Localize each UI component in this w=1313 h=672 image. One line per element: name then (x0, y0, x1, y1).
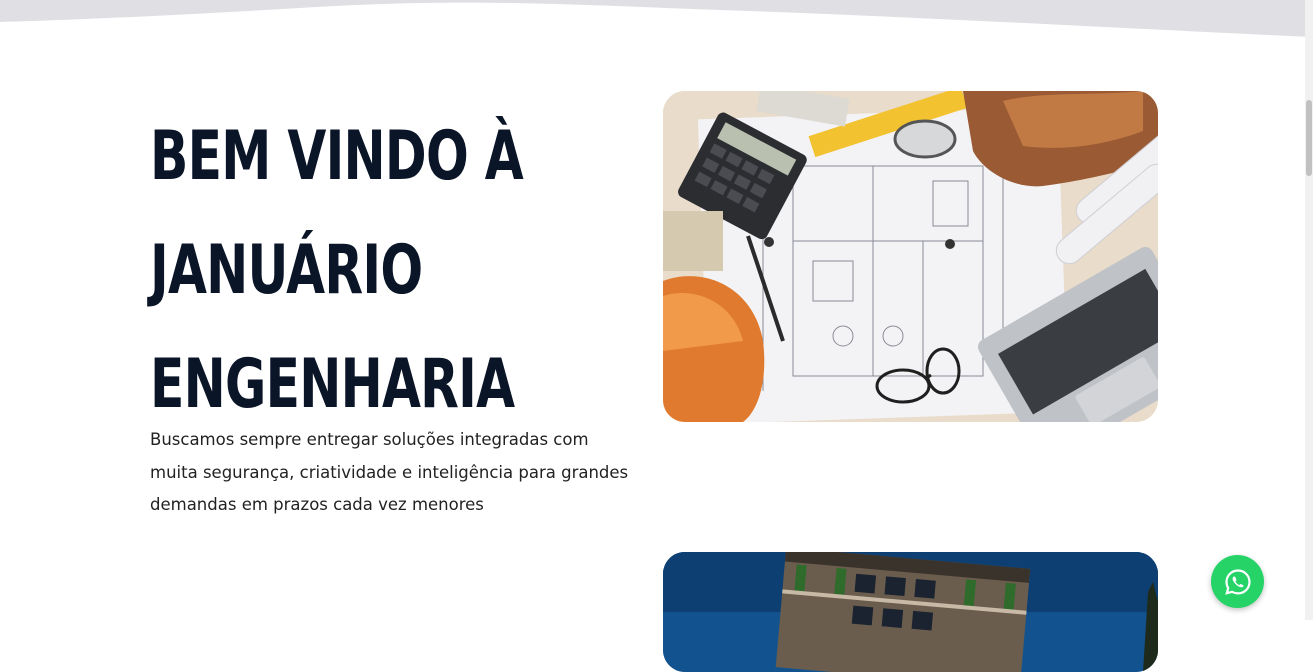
whatsapp-button[interactable] (1211, 555, 1264, 608)
page-scrollbar[interactable] (1305, 0, 1313, 620)
top-wave-divider (0, 0, 1313, 37)
building-photo (663, 552, 1158, 672)
title-line-2: JANUÁRIO (150, 231, 423, 310)
hero-description: Buscamos sempre entregar soluções integr… (150, 430, 629, 514)
scrollbar-thumb[interactable] (1306, 100, 1312, 176)
page-title: BEM VINDO À JANUÁRIO ENGENHARIA (150, 100, 524, 442)
whatsapp-icon (1224, 568, 1251, 595)
blueprint-photo (663, 91, 1158, 422)
title-line-1: BEM VINDO À (150, 117, 524, 196)
